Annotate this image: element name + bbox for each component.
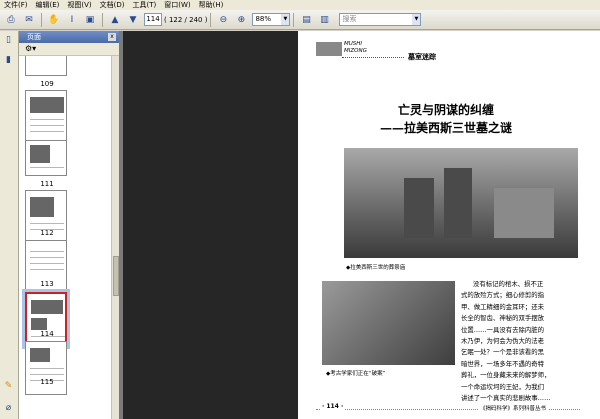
body-line: 一个命运坎坷的王妃，为我们 xyxy=(461,382,545,391)
toolbar-divider xyxy=(102,12,103,27)
menu-file[interactable]: 文件(F) xyxy=(0,0,32,10)
header-category: 墓室迷踪 xyxy=(408,52,436,61)
page-count: ( 122 / 240 ) xyxy=(164,15,208,24)
zoom-in-icon[interactable]: ⊕ xyxy=(234,13,248,27)
archaeologists-photo-caption: ◆考古学家们正在“破案” xyxy=(326,371,386,377)
search-input[interactable]: 搜索 ▼ xyxy=(339,13,422,26)
header-boat-image xyxy=(316,42,342,56)
pages-icon[interactable]: ▯ xyxy=(3,35,14,46)
header-dotted-line xyxy=(342,57,404,58)
zoom-value: 88% xyxy=(255,15,272,23)
menu-tools[interactable]: 工具(T) xyxy=(129,0,161,10)
thumbnail-label: 114 xyxy=(40,330,54,338)
thumbnail-page[interactable] xyxy=(25,56,67,76)
body-line: 暗世界，一场多年不遇的奇特 xyxy=(461,359,545,368)
next-page-icon[interactable]: ▼ xyxy=(126,13,140,27)
thumbnail-page[interactable] xyxy=(25,90,67,144)
body-line: 甲、做工精细的金耳环；还未 xyxy=(461,302,545,311)
chevron-down-icon: ▼ xyxy=(412,14,421,25)
chevron-down-icon: ▼ xyxy=(281,14,290,25)
fit-width-icon[interactable]: ▥ xyxy=(317,13,331,27)
bookmarks-icon[interactable]: ▮ xyxy=(3,55,14,66)
navigation-icon-strip: ▯ ▮ ✎ ⌀ xyxy=(0,31,19,419)
thumbnail-label: 109 xyxy=(40,80,54,88)
close-icon[interactable]: x xyxy=(108,33,116,41)
thumbnail-label: 113 xyxy=(40,280,54,288)
header-english-title: MUSHI MIZONG xyxy=(344,41,367,55)
toolbar-divider xyxy=(41,12,42,27)
menu-window[interactable]: 窗口(W) xyxy=(160,0,194,10)
menu-view[interactable]: 视图(V) xyxy=(63,0,95,10)
page-number-input[interactable]: 114 xyxy=(144,13,162,26)
menu-document[interactable]: 文档(D) xyxy=(96,0,129,10)
hand-tool-icon[interactable]: ✋ xyxy=(47,13,61,27)
thumbnail-label: 111 xyxy=(40,180,54,188)
toolbar-divider xyxy=(210,12,212,27)
select-tool-icon[interactable]: Ⅰ xyxy=(65,13,79,27)
book-series: 《揭码科学》系列科普丛书 xyxy=(478,404,549,412)
panel-options-bar: ⚙▾ xyxy=(19,43,119,56)
body-line: 没有标记的棺木、损不正 xyxy=(473,280,544,288)
snapshot-icon[interactable]: ▣ xyxy=(83,13,97,27)
email-icon[interactable]: ✉ xyxy=(22,13,36,27)
body-line: 长全的智齿、神秘的双手摆放 xyxy=(461,314,545,323)
thumbnail-label: 115 xyxy=(40,378,54,386)
archaeologists-photo xyxy=(322,281,455,365)
body-line: 讲述了一个真实的悲剧故事…… xyxy=(461,394,551,403)
menu-bar: 文件(F) 编辑(E) 视图(V) 文档(D) 工具(T) 窗口(W) 帮助(H… xyxy=(0,0,600,10)
header-en-line2: MIZONG xyxy=(344,48,367,54)
body-line: 木乃伊，为何会为伪大的法老 xyxy=(461,337,545,346)
thumbnail-page[interactable] xyxy=(25,140,67,176)
article-subtitle: ——拉美西斯三世墓之谜 xyxy=(380,121,513,135)
pages-panel-title: 页面 xyxy=(27,33,41,41)
fit-page-icon[interactable]: ▤ xyxy=(299,13,313,27)
header-en-line1: MUSHI xyxy=(344,41,363,47)
toolbar: ⎙ ✉ ✋ Ⅰ ▣ ▲ ▼ 114 ( 122 / 240 ) ⊖ ⊕ 88% ▼… xyxy=(0,10,600,30)
temple-photo-caption: ◆拉美西斯三世的葬祭庙 xyxy=(346,265,406,271)
menu-help[interactable]: 帮助(H) xyxy=(195,0,228,10)
attachments-icon[interactable]: ⌀ xyxy=(3,403,14,414)
pages-panel-header: 页面 x xyxy=(19,31,119,43)
body-line: 式的放殓方式；细心修剪的指 xyxy=(461,291,545,300)
document-page: MUSHI MIZONG 墓室迷踪 亡灵与阴谋的纠缠 ——拉美西斯三世墓之谜 ◆… xyxy=(298,31,600,419)
gear-icon[interactable]: ⚙▾ xyxy=(25,44,36,53)
search-placeholder: 搜索 xyxy=(342,15,357,23)
body-line: 葬礼，一位身藏未来的解梦师， xyxy=(461,371,551,380)
toolbar-divider xyxy=(293,12,295,27)
thumbnail-label: 112 xyxy=(40,229,54,237)
print-icon[interactable]: ⎙ xyxy=(4,13,18,27)
previous-page-icon[interactable]: ▲ xyxy=(108,13,122,27)
thumbnail-page[interactable] xyxy=(25,341,67,395)
comments-icon[interactable]: ✎ xyxy=(3,381,14,392)
body-line: 位置……一具没有去除内脏的 xyxy=(461,325,545,334)
menu-edit[interactable]: 编辑(E) xyxy=(32,0,64,10)
body-line: 乞眠一处？一个是非该看的黑 xyxy=(461,348,545,357)
page-number: · 114 · xyxy=(320,403,346,410)
zoom-out-icon[interactable]: ⊖ xyxy=(216,13,230,27)
document-view[interactable]: MUSHI MIZONG 墓室迷踪 亡灵与阴谋的纠缠 ——拉美西斯三世墓之谜 ◆… xyxy=(123,31,600,419)
temple-photo xyxy=(344,148,578,258)
article-body: 没有标记的棺木、损不正 式的放殓方式；细心修剪的指 甲、做工精细的金耳环；还未 … xyxy=(461,279,579,404)
thumbnail-list: 109 110 111 112 113 114 115 xyxy=(19,56,111,419)
zoom-select[interactable]: 88% ▼ xyxy=(252,13,291,26)
article-title: 亡灵与阴谋的纠缠 xyxy=(398,103,495,117)
